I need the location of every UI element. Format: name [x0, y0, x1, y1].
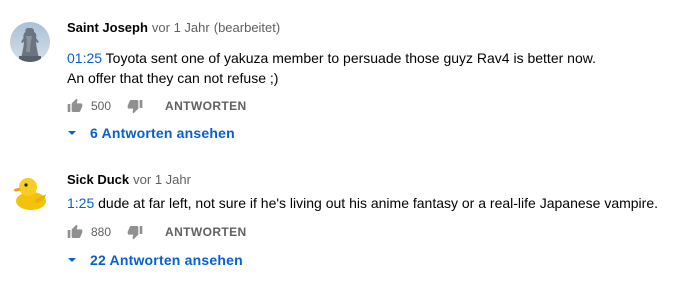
comment-thread: Saint Joseph vor 1 Jahr (bearbeitet) 01:25… — [0, 0, 690, 142]
comment-text: Toyota sent one of yakuza member to pers… — [102, 50, 596, 66]
view-replies-label: 22 Antworten ansehen — [90, 252, 243, 268]
video-timestamp-link[interactable]: 1:25 — [67, 195, 94, 211]
view-replies-label: 6 Antworten ansehen — [90, 125, 235, 141]
statue-avatar-icon — [10, 22, 50, 62]
avatar[interactable] — [10, 172, 50, 212]
like-icon[interactable] — [67, 224, 83, 240]
edited-label: (bearbeitet) — [213, 20, 281, 35]
rubber-duck-avatar-icon — [10, 172, 50, 212]
view-replies-button[interactable]: 6 Antworten ansehen — [67, 125, 235, 141]
chevron-down-icon — [67, 255, 77, 265]
like-count: 500 — [91, 99, 112, 113]
comment-actions: 500 ANTWORTEN — [67, 94, 247, 118]
avatar[interactable] — [10, 22, 50, 62]
comment-text-line-2: An offer that they can not refuse ;) — [67, 70, 279, 86]
comment-thread: Sick Duck vor 1 Jahr 1:25 dude at far lef… — [0, 142, 690, 283]
video-timestamp-link[interactable]: 01:25 — [67, 50, 102, 66]
chevron-down-icon — [67, 128, 77, 138]
reply-button[interactable]: ANTWORTEN — [165, 225, 247, 239]
comment-text-line-1: 1:25 dude at far left, not sure if he's … — [67, 193, 658, 213]
like-count: 880 — [91, 225, 112, 239]
comment-text: dude at far left, not sure if he's livin… — [94, 195, 658, 211]
dislike-icon[interactable] — [127, 98, 143, 114]
view-replies-button[interactable]: 22 Antworten ansehen — [67, 252, 243, 268]
comment-actions: 880 ANTWORTEN — [67, 220, 247, 244]
dislike-icon[interactable] — [127, 224, 143, 240]
comment-author[interactable]: Saint Joseph — [67, 20, 148, 35]
comment-time[interactable]: vor 1 Jahr — [133, 172, 191, 187]
reply-button[interactable]: ANTWORTEN — [165, 99, 247, 113]
like-icon[interactable] — [67, 98, 83, 114]
comment-author[interactable]: Sick Duck — [67, 172, 129, 187]
comment-text-line-1: 01:25 Toyota sent one of yakuza member t… — [67, 48, 596, 68]
comment-time[interactable]: vor 1 Jahr — [152, 20, 210, 35]
